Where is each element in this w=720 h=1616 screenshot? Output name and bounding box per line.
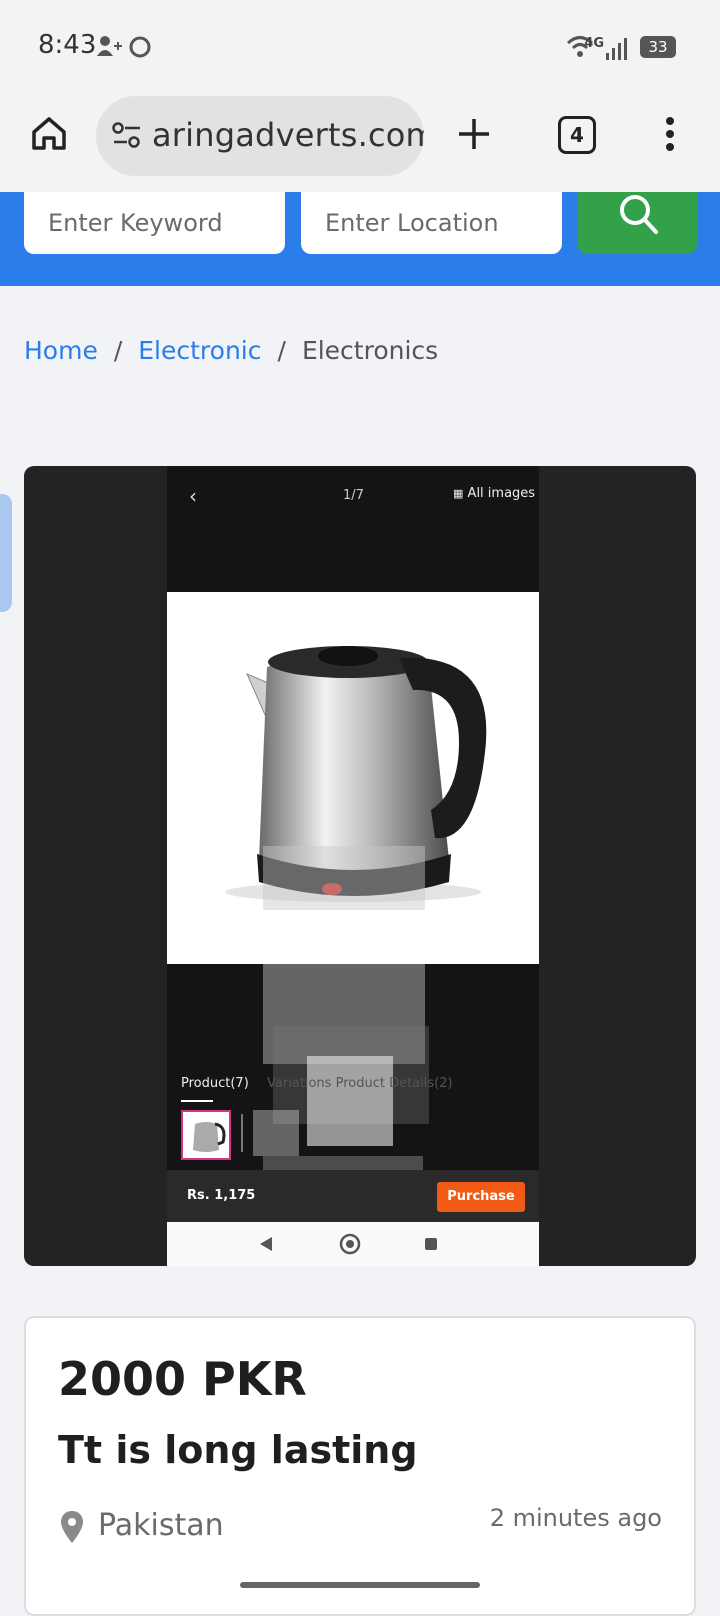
search-icon — [620, 195, 658, 234]
search-button[interactable] — [577, 192, 697, 254]
kettle-photo — [167, 592, 539, 964]
breadcrumb-home[interactable]: Home — [24, 336, 98, 365]
nested-screenshot-overlay — [307, 1056, 393, 1146]
breadcrumb-current: Electronics — [301, 336, 439, 365]
keyword-input[interactable] — [24, 192, 285, 254]
site-settings-icon[interactable] — [112, 122, 142, 150]
location-input[interactable] — [301, 192, 562, 254]
keyword-field[interactable] — [24, 192, 285, 254]
screenshot-price: Rs. 1,175 — [187, 1188, 256, 1203]
gallery-image: ‹ 1/7 ▦ All images Product(7) Variations… — [167, 466, 539, 1266]
url-text: aringadverts.com — [152, 116, 424, 154]
notification-icons — [97, 36, 151, 58]
battery-icon: 33 — [640, 36, 676, 58]
breadcrumb-category[interactable]: Electronic — [138, 336, 261, 365]
screenshot-purchase-button: Purchase — [437, 1182, 525, 1212]
network-type: 4G — [584, 36, 604, 51]
listing-posted-time: 2 minutes ago — [489, 1504, 662, 1532]
all-images-text: All images — [467, 486, 536, 501]
search-band — [0, 192, 720, 286]
thumbnail-kettle — [181, 1110, 231, 1160]
tab-switcher-button[interactable]: 4 — [558, 116, 596, 154]
all-images-label: ▦ All images — [453, 486, 535, 501]
listing-price: 2000 PKR — [58, 1352, 307, 1406]
purchase-bar: Rs. 1,175 Purchase — [167, 1170, 539, 1222]
tab-details: Variations Product Details(2) — [267, 1076, 453, 1091]
listing-location: Pakistan — [98, 1508, 224, 1543]
browser-toolbar: aringadverts.com 4 — [0, 92, 720, 192]
url-bar[interactable]: aringadverts.com — [96, 96, 424, 176]
status-bar: 8:43 4G 33 — [0, 0, 720, 92]
breadcrumb: Home / Electronic / Electronics — [24, 336, 438, 365]
breadcrumb-separator: / — [277, 336, 286, 365]
thumbnail-ghost — [253, 1110, 299, 1156]
listing-title: Tt is long lasting — [58, 1428, 418, 1472]
location-pin-icon — [61, 1511, 83, 1543]
new-tab-icon[interactable] — [456, 116, 492, 152]
image-counter: 1/7 — [343, 488, 364, 503]
more-menu-icon[interactable] — [664, 116, 676, 152]
signal-icon — [606, 38, 627, 60]
grid-icon: ▦ — [453, 487, 464, 500]
side-drawer-handle[interactable] — [0, 494, 12, 612]
active-tab-underline — [181, 1100, 213, 1102]
thumbnail-kettle-icon — [193, 1122, 226, 1152]
gesture-bar[interactable] — [240, 1582, 480, 1588]
back-icon: ‹ — [189, 484, 197, 508]
android-nav-icons — [260, 1233, 437, 1255]
tab-product: Product(7) — [181, 1076, 249, 1091]
screenshot-header: ‹ 1/7 ▦ All images — [167, 466, 539, 536]
listing-card: 2000 PKR Tt is long lasting Pakistan 2 m… — [24, 1316, 696, 1616]
image-gallery[interactable]: ‹ 1/7 ▦ All images Product(7) Variations… — [24, 466, 696, 1266]
nested-screenshot-overlay — [263, 846, 425, 910]
home-icon[interactable] — [30, 114, 68, 152]
screenshot-nav-bar — [167, 1222, 539, 1266]
status-time: 8:43 — [38, 30, 97, 60]
location-field[interactable] — [301, 192, 562, 254]
thumb-divider — [241, 1114, 243, 1152]
breadcrumb-separator: / — [113, 336, 123, 365]
